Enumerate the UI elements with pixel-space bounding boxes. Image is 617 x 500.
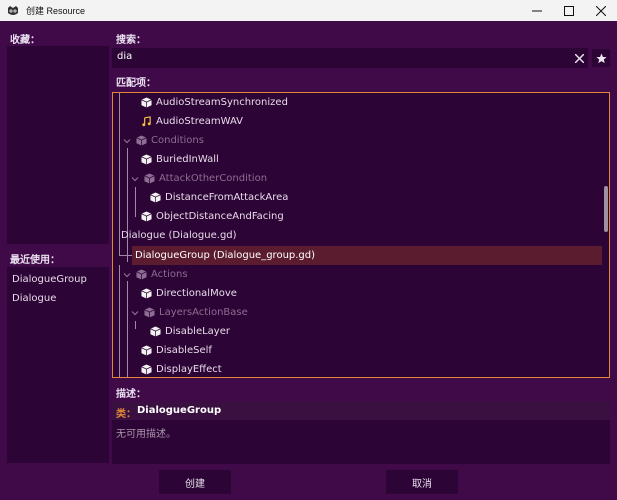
- cube-icon: [141, 154, 152, 165]
- cube-icon: [141, 97, 152, 108]
- search-input-value: dia: [117, 51, 133, 62]
- tree-item-label: DisplayEffect: [156, 364, 222, 375]
- tree-item-dialogue[interactable]: Dialogue (Dialogue.gd): [121, 226, 609, 245]
- close-icon: [574, 53, 584, 63]
- cube-icon: [141, 364, 152, 375]
- chevron-down-icon[interactable]: [131, 309, 139, 317]
- maximize-icon: [564, 5, 574, 16]
- chevron-down-icon[interactable]: [123, 137, 131, 145]
- tree-item-label: Conditions: [151, 135, 204, 146]
- recent-item-dialoguegroup[interactable]: DialogueGroup: [12, 274, 87, 285]
- tree-item-objectdistanceandfacing[interactable]: ObjectDistanceAndFacing: [141, 207, 609, 226]
- cube-icon: [141, 345, 152, 356]
- minimize-icon: [532, 10, 542, 11]
- tree-item-distancefromattackarea[interactable]: DistanceFromAttackArea: [150, 188, 609, 207]
- tree-item-label: AudioStreamWAV: [156, 116, 243, 127]
- tree-item-label: DirectionalMove: [156, 288, 237, 299]
- matches-label: 匹配项：: [116, 78, 156, 89]
- tree-item-label: Actions: [151, 269, 188, 280]
- cube-icon: [150, 192, 161, 203]
- matches-tree[interactable]: AudioStreamSynchronized AudioStreamWAV C…: [112, 92, 610, 378]
- cancel-button[interactable]: 取消: [386, 470, 458, 494]
- star-icon: [595, 52, 607, 63]
- create-button[interactable]: 创建: [159, 470, 231, 494]
- cube-icon: [144, 173, 155, 184]
- close-icon: [596, 5, 606, 16]
- close-window-button[interactable]: [585, 0, 617, 21]
- music-note-icon: [142, 116, 151, 127]
- cube-icon: [136, 269, 147, 280]
- tree-item-audiostreamsynchronized[interactable]: AudioStreamSynchronized: [141, 93, 609, 112]
- tree-item-attackothercondition[interactable]: AttackOtherCondition: [131, 169, 609, 188]
- favorite-toggle-button[interactable]: [592, 49, 610, 67]
- description-body: 无可用描述。: [112, 420, 610, 464]
- title-bar: 创建 Resource: [0, 0, 617, 21]
- favorites-list[interactable]: [7, 46, 109, 244]
- tree-item-conditions[interactable]: Conditions: [123, 131, 609, 150]
- cube-icon: [144, 307, 155, 318]
- tree-item-label: AttackOtherCondition: [159, 173, 268, 184]
- cube-icon: [141, 211, 152, 222]
- tree-item-label: Dialogue (Dialogue.gd): [121, 230, 237, 241]
- clear-search-button[interactable]: [571, 50, 587, 66]
- tree-item-label: ObjectDistanceAndFacing: [156, 211, 284, 222]
- tree-scrollbar-thumb[interactable]: [604, 186, 608, 232]
- tree-item-dialoguegroup[interactable]: DialogueGroup (Dialogue_group.gd): [132, 246, 602, 265]
- tree-item-audiostreamwav[interactable]: AudioStreamWAV: [141, 112, 609, 131]
- tree-item-label: DistanceFromAttackArea: [165, 192, 289, 203]
- tree-item-label: DisableSelf: [156, 345, 212, 356]
- description-header: 类： DialogueGroup: [112, 402, 610, 420]
- tree-item-displayeffect[interactable]: DisplayEffect: [141, 360, 609, 377]
- recent-list[interactable]: DialogueGroup Dialogue: [7, 267, 109, 463]
- tree-item-label: AudioStreamSynchronized: [156, 97, 288, 108]
- recent-item-dialogue[interactable]: Dialogue: [12, 293, 56, 304]
- cube-icon: [136, 135, 147, 146]
- minimize-button[interactable]: [521, 0, 553, 21]
- tree-item-buriedinwall[interactable]: BuriedInWall: [141, 150, 609, 169]
- favorites-label: 收藏：: [10, 35, 40, 46]
- description-label: 描述：: [116, 389, 146, 400]
- search-label: 搜索：: [116, 35, 146, 46]
- tree-item-disablelayer[interactable]: DisableLayer: [150, 322, 609, 341]
- tree-item-label: LayersActionBase: [159, 307, 248, 318]
- description-text: 无可用描述。: [116, 429, 176, 440]
- tree-item-layersactionbase[interactable]: LayersActionBase: [131, 303, 609, 322]
- tree-item-disableself[interactable]: DisableSelf: [141, 341, 609, 360]
- tree-item-actions[interactable]: Actions: [123, 265, 609, 284]
- maximize-button[interactable]: [553, 0, 585, 21]
- tree-item-label: DialogueGroup (Dialogue_group.gd): [135, 250, 316, 261]
- recent-label: 最近使用：: [10, 255, 60, 266]
- chevron-down-icon[interactable]: [123, 271, 131, 279]
- godot-logo-icon: [8, 5, 18, 15]
- tree-item-label: DisableLayer: [165, 326, 230, 337]
- chevron-down-icon[interactable]: [131, 175, 139, 183]
- cube-icon: [150, 326, 161, 337]
- cube-icon: [141, 288, 152, 299]
- window-title: 创建 Resource: [26, 6, 86, 16]
- tree-item-directionalmove[interactable]: DirectionalMove: [141, 284, 609, 303]
- class-name: DialogueGroup: [137, 405, 222, 416]
- class-label: 类：: [116, 409, 136, 420]
- tree-item-label: BuriedInWall: [156, 154, 219, 165]
- search-input[interactable]: dia: [112, 48, 588, 68]
